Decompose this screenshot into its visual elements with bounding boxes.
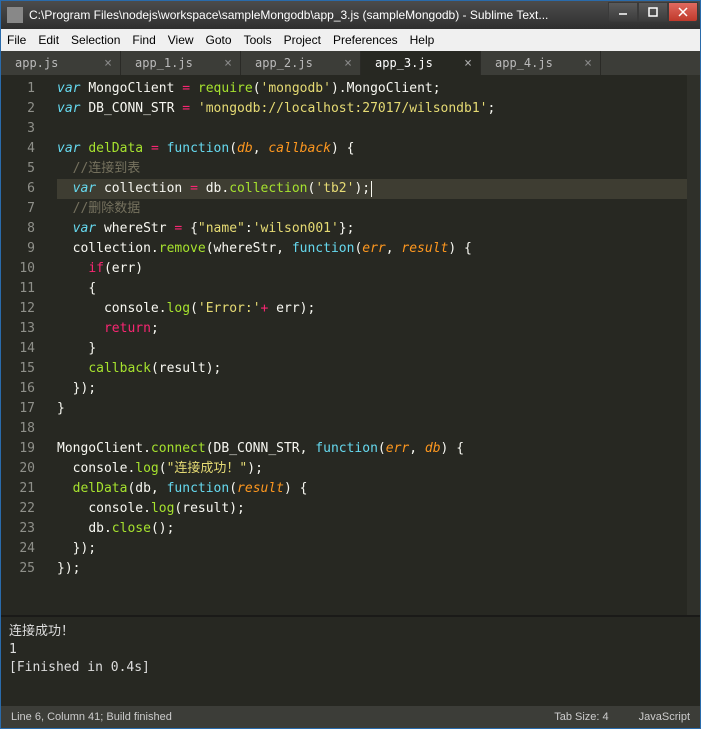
status-tab-size[interactable]: Tab Size: 4 [554,711,608,723]
window-controls [608,2,698,22]
window-titlebar: C:\Program Files\nodejs\workspace\sample… [1,1,700,29]
tab-bar: app.js×app_1.js×app_2.js×app_3.js×app_4.… [1,51,700,75]
code-line[interactable] [57,119,687,139]
code-line[interactable]: { [57,279,687,299]
menu-tools[interactable]: Tools [244,33,272,47]
tab-app_1-js[interactable]: app_1.js × [121,51,241,75]
code-line[interactable]: //连接到表 [57,159,687,179]
code-line[interactable]: callback(result); [57,359,687,379]
code-line[interactable]: console.log('Error:'+ err); [57,299,687,319]
tab-label: app_4.js [495,56,553,70]
status-language[interactable]: JavaScript [639,711,690,723]
menu-view[interactable]: View [168,33,194,47]
line-number-gutter: 1234567891011121314151617181920212223242… [1,75,47,615]
minimize-button[interactable] [608,2,638,22]
code-line[interactable]: return; [57,319,687,339]
menu-file[interactable]: File [7,33,26,47]
menu-project[interactable]: Project [284,33,321,47]
tab-close-icon[interactable]: × [464,56,472,71]
tab-close-icon[interactable]: × [104,56,112,71]
menu-goto[interactable]: Goto [206,33,232,47]
code-line[interactable]: var MongoClient = require('mongodb').Mon… [57,79,687,99]
code-line[interactable]: }); [57,559,687,579]
build-output-panel: 连接成功！ 1 [Finished in 0.4s] [1,616,700,706]
menu-preferences[interactable]: Preferences [333,33,398,47]
code-editor[interactable]: var MongoClient = require('mongodb').Mon… [47,75,687,615]
tab-close-icon[interactable]: × [224,56,232,71]
window-title: C:\Program Files\nodejs\workspace\sample… [29,8,608,22]
tab-close-icon[interactable]: × [584,56,592,71]
code-line[interactable]: console.log(result); [57,499,687,519]
code-line[interactable]: console.log("连接成功！"); [57,459,687,479]
menu-find[interactable]: Find [132,33,155,47]
menubar: File Edit Selection Find View Goto Tools Projec… [1,29,700,51]
code-line[interactable]: } [57,399,687,419]
menu-edit[interactable]: Edit [38,33,59,47]
code-line[interactable]: }); [57,379,687,399]
code-line[interactable]: //删除数据 [57,199,687,219]
tab-close-icon[interactable]: × [344,56,352,71]
code-line[interactable]: if(err) [57,259,687,279]
code-line[interactable]: var whereStr = {"name":'wilson001'}; [57,219,687,239]
tab-app_4-js[interactable]: app_4.js × [481,51,601,75]
tab-app_2-js[interactable]: app_2.js × [241,51,361,75]
code-line[interactable]: var DB_CONN_STR = 'mongodb://localhost:2… [57,99,687,119]
vertical-scrollbar[interactable] [687,75,700,615]
code-line[interactable]: delData(db, function(result) { [57,479,687,499]
code-line[interactable]: var delData = function(db, callback) { [57,139,687,159]
status-left: Line 6, Column 41; Build finished [11,711,172,723]
app-icon [7,7,23,23]
tab-label: app_3.js [375,56,433,70]
tab-label: app_2.js [255,56,313,70]
maximize-button[interactable] [638,2,668,22]
tab-label: app_1.js [135,56,193,70]
code-line[interactable]: } [57,339,687,359]
code-line[interactable]: }); [57,539,687,559]
tab-app_3-js[interactable]: app_3.js × [361,51,481,75]
menu-help[interactable]: Help [410,33,435,47]
code-line[interactable]: collection.remove(whereStr, function(err… [57,239,687,259]
code-line[interactable]: var collection = db.collection('tb2'); [57,179,687,199]
code-line[interactable]: MongoClient.connect(DB_CONN_STR, functio… [57,439,687,459]
tab-label: app.js [15,56,58,70]
tab-app-js[interactable]: app.js × [1,51,121,75]
statusbar: Line 6, Column 41; Build finished Tab Si… [1,706,700,728]
editor-area: 1234567891011121314151617181920212223242… [1,75,700,616]
close-button[interactable] [668,2,698,22]
code-line[interactable] [57,419,687,439]
menu-selection[interactable]: Selection [71,33,120,47]
code-line[interactable]: db.close(); [57,519,687,539]
